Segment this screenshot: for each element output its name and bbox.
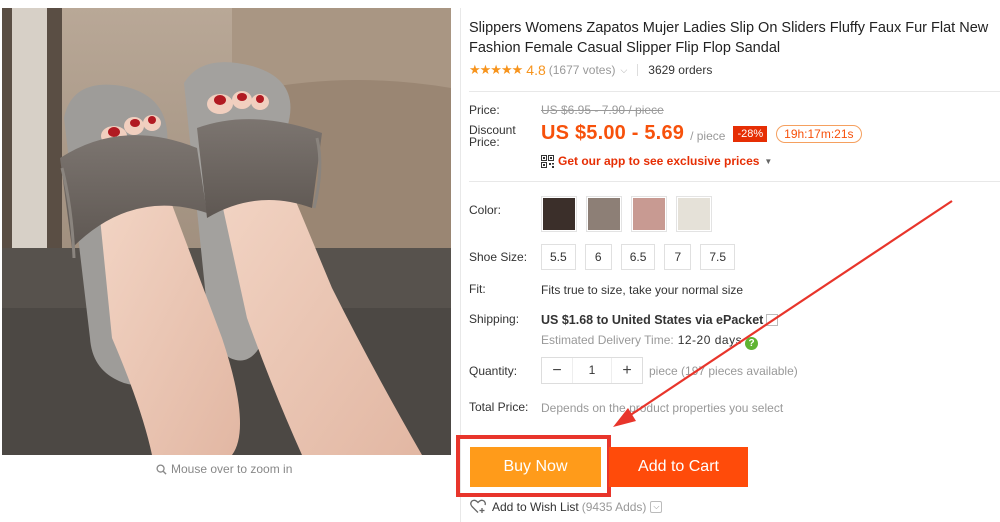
caret-down-icon: ▼ [764,156,773,166]
quantity-label: Quantity: [469,364,518,378]
size-option[interactable]: 6.5 [620,244,656,270]
shipping-label: Shipping: [469,312,520,326]
orders-count: 3629 orders [648,63,713,77]
add-to-wish-list[interactable]: Add to Wish List (9435 Adds) ⌵ [470,499,663,514]
votes-link[interactable]: (1677 votes) [549,63,616,77]
buy-now-button[interactable]: Buy Now [470,447,601,487]
delivery-label: Estimated Delivery Time: [541,333,674,347]
color-swatch-gray[interactable] [586,196,622,232]
wish-count: (9435 Adds) [581,499,647,514]
shipping-value[interactable]: US $1.68 to United States via ePacket [541,313,763,327]
rating-score: 4.8 [526,62,546,78]
size-option[interactable]: 7 [664,244,692,270]
availability: piece (197 pieces available) [649,364,798,378]
heart-plus-icon [470,499,486,513]
divider [469,91,1000,92]
color-swatch-pink[interactable] [631,196,667,232]
swatch-fill [543,198,575,230]
rating-stars: ★★★★★ [469,62,523,77]
size-options: 5.5 6 6.5 7 7.5 [541,244,736,270]
app-promo-link[interactable]: Get our app to see exclusive prices ▼ [541,154,772,168]
delivery-value: 12-20 days [677,333,743,347]
magnifier-icon [156,463,167,475]
color-label: Color: [469,203,502,217]
shoe-size-label: Shoe Size: [469,250,528,264]
color-swatches [541,196,712,232]
discount-badge: -28% [733,125,768,142]
product-title: Slippers Womens Zapatos Mujer Ladies Sli… [469,20,989,56]
original-price: US $6.95 - 7.90 / piece [541,103,664,117]
total-price-value: Depends on the product properties you se… [541,401,784,415]
delivery-row: Estimated Delivery Time: 12-20 days? [541,333,759,350]
rating-row: ★★★★★ 4.8 (1677 votes) ⌵ 3629 orders [469,62,712,78]
fit-value: Fits true to size, take your normal size [541,283,744,297]
price-unit: / piece [690,128,726,143]
discount-label-line2: Price: [469,135,500,149]
swatch-fill [588,198,620,230]
size-option[interactable]: 7.5 [700,244,736,270]
countdown-timer: 19h:17m:21s [776,124,862,143]
fit-label: Fit: [469,282,486,296]
chevron-down-icon[interactable]: ⌵ [620,65,627,76]
shipping-row: US $1.68 to United States via ePacket [541,313,779,327]
qr-code-icon [541,154,554,168]
chevron-down-icon[interactable]: ⌵ [650,500,663,513]
quantity-decrease-button[interactable]: − [542,362,572,380]
size-option[interactable]: 5.5 [541,244,576,270]
separator [637,64,639,76]
product-image[interactable] [2,8,451,455]
swatch-fill [633,198,665,230]
shipping-dropdown-icon[interactable] [766,314,779,326]
product-page: Mouse over to zoom in Slippers Womens Za… [0,0,1000,522]
quantity-stepper: − 1 + [541,357,643,384]
help-icon[interactable]: ? [745,337,759,350]
color-swatch-black[interactable] [541,196,577,232]
quantity-input[interactable]: 1 [572,358,612,383]
size-option[interactable]: 6 [584,244,612,270]
zoom-hint: Mouse over to zoom in [156,462,292,476]
discount-price-row: US $5.00 - 5.69 / piece -28% 19h:17m:21s [541,122,862,145]
discount-price-label: Discount Price: [469,124,516,148]
discount-price: US $5.00 - 5.69 [541,122,685,144]
divider [469,181,1000,182]
swatch-fill [678,198,710,230]
add-to-cart-button[interactable]: Add to Cart [609,447,748,487]
color-swatch-white[interactable] [676,196,712,232]
app-promo-text: Get our app to see exclusive prices [558,154,760,168]
wish-list-label: Add to Wish List [492,499,579,514]
total-price-label: Total Price: [469,400,529,414]
product-photo-illustration [2,8,451,455]
price-label: Price: [469,103,500,117]
zoom-hint-text: Mouse over to zoom in [171,462,293,476]
quantity-increase-button[interactable]: + [612,362,642,380]
